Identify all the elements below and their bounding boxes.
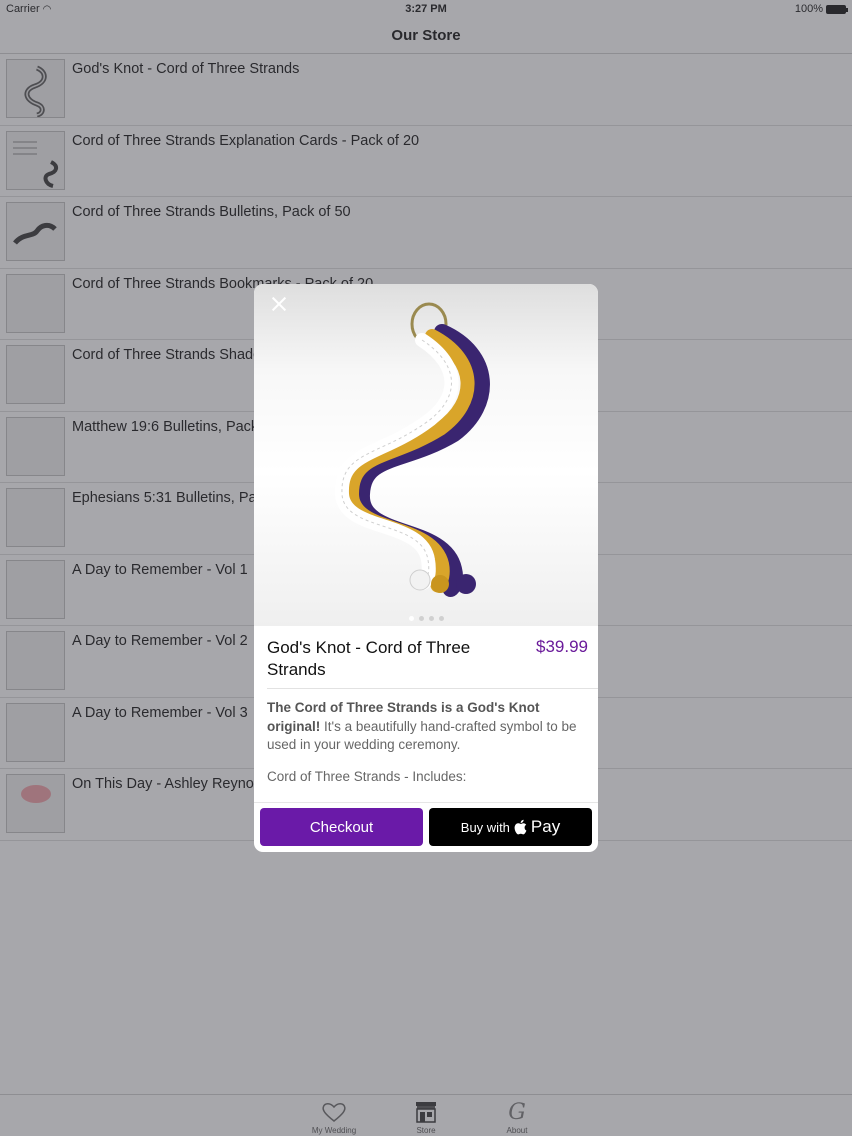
close-button[interactable] [268,293,290,315]
checkout-button[interactable]: Checkout [260,808,423,846]
apple-pay-button[interactable]: Buy with Pay [429,808,592,846]
product-price: $39.99 [536,637,588,656]
cord-product-image [334,302,490,597]
apple-pay-brand: Pay [530,817,561,836]
carousel-page-indicator[interactable] [254,616,598,621]
apple-logo-icon [514,819,527,835]
page-dot[interactable] [438,616,444,621]
divider [267,688,598,689]
product-description: The Cord of Three Strands is a God's Kno… [267,699,587,755]
page-dot[interactable] [408,616,414,621]
page-dot[interactable] [418,616,424,621]
includes-heading: Cord of Three Strands - Includes: [267,769,467,784]
page-dot[interactable] [428,616,434,621]
product-detail-modal: God's Knot - Cord of Three Strands $39.9… [254,284,598,852]
product-title: God's Knot - Cord of Three Strands [267,638,471,679]
product-image-carousel[interactable] [254,284,598,626]
apple-pay-prefix: Buy with [460,819,510,835]
divider [254,802,598,803]
